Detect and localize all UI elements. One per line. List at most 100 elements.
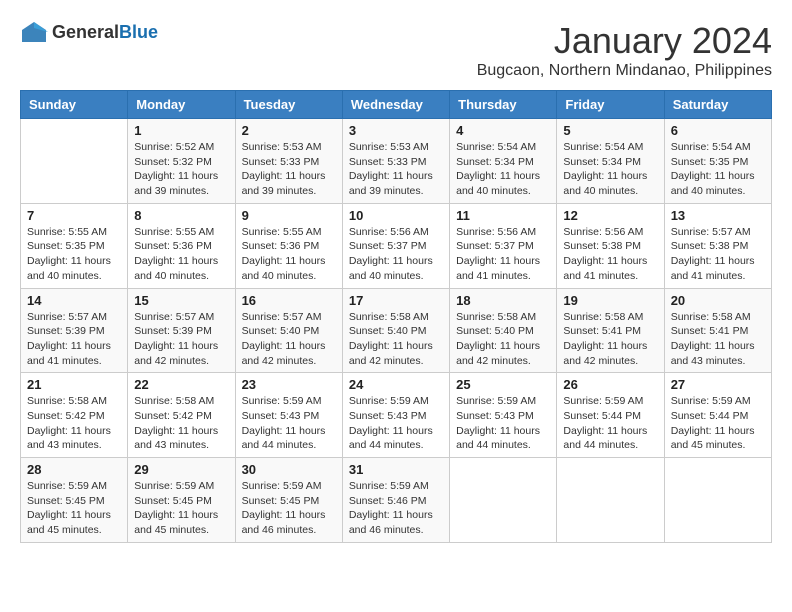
day-info: Sunrise: 5:59 AMSunset: 5:46 PMDaylight:…	[349, 479, 443, 538]
day-number: 22	[134, 377, 228, 392]
day-info: Sunrise: 5:57 AMSunset: 5:40 PMDaylight:…	[242, 310, 336, 369]
day-number: 17	[349, 293, 443, 308]
day-number: 4	[456, 123, 550, 138]
logo-general: GeneralBlue	[52, 22, 158, 43]
page-header: GeneralBlue January 2024 Bugcaon, Northe…	[20, 20, 772, 80]
calendar-cell: 16Sunrise: 5:57 AMSunset: 5:40 PMDayligh…	[235, 288, 342, 373]
calendar-cell: 2 Sunrise: 5:53 AMSunset: 5:33 PMDaylight…	[235, 119, 342, 204]
calendar-cell	[450, 458, 557, 543]
calendar-week-2: 7 Sunrise: 5:55 AMSunset: 5:35 PMDaylight…	[21, 203, 772, 288]
day-number: 14	[27, 293, 121, 308]
day-info: Sunrise: 5:57 AMSunset: 5:39 PMDaylight:…	[134, 310, 228, 369]
day-number: 9	[242, 208, 336, 223]
day-info: Sunrise: 5:58 AMSunset: 5:41 PMDaylight:…	[563, 310, 657, 369]
day-info: Sunrise: 5:59 AMSunset: 5:45 PMDaylight:…	[242, 479, 336, 538]
calendar-week-3: 14 Sunrise: 5:57 AMSunset: 5:39 PMDayligh…	[21, 288, 772, 373]
day-number: 24	[349, 377, 443, 392]
day-info: Sunrise: 5:58 AMSunset: 5:40 PMDaylight:…	[456, 310, 550, 369]
day-number: 20	[671, 293, 765, 308]
day-number: 15	[134, 293, 228, 308]
day-info: Sunrise: 5:57 AMSunset: 5:39 PMDaylight:…	[27, 310, 121, 369]
title-block: January 2024 Bugcaon, Northern Mindanao,…	[477, 20, 772, 80]
day-number: 25	[456, 377, 550, 392]
calendar-cell: 26 Sunrise: 5:59 AMSunset: 5:44 PMDayligh…	[557, 373, 664, 458]
day-info: Sunrise: 5:52 AMSunset: 5:32 PMDaylight:…	[134, 140, 228, 199]
day-info: Sunrise: 5:56 AMSunset: 5:37 PMDaylight:…	[349, 225, 443, 284]
day-info: Sunrise: 5:59 AMSunset: 5:45 PMDaylight:…	[27, 479, 121, 538]
calendar-table: SundayMondayTuesdayWednesdayThursdayFrid…	[20, 90, 772, 543]
calendar-cell: 18 Sunrise: 5:58 AMSunset: 5:40 PMDayligh…	[450, 288, 557, 373]
calendar-cell: 14 Sunrise: 5:57 AMSunset: 5:39 PMDayligh…	[21, 288, 128, 373]
calendar-cell: 7 Sunrise: 5:55 AMSunset: 5:35 PMDaylight…	[21, 203, 128, 288]
calendar-cell: 23Sunrise: 5:59 AMSunset: 5:43 PMDayligh…	[235, 373, 342, 458]
weekday-header-monday: Monday	[128, 91, 235, 119]
weekday-header-sunday: Sunday	[21, 91, 128, 119]
day-number: 31	[349, 462, 443, 477]
day-number: 27	[671, 377, 765, 392]
calendar-week-1: 1 Sunrise: 5:52 AMSunset: 5:32 PMDaylight…	[21, 119, 772, 204]
day-info: Sunrise: 5:53 AMSunset: 5:33 PMDaylight:…	[349, 140, 443, 199]
calendar-cell: 20 Sunrise: 5:58 AMSunset: 5:41 PMDayligh…	[664, 288, 771, 373]
calendar-cell: 31 Sunrise: 5:59 AMSunset: 5:46 PMDayligh…	[342, 458, 449, 543]
calendar-cell: 29 Sunrise: 5:59 AMSunset: 5:45 PMDayligh…	[128, 458, 235, 543]
day-number: 13	[671, 208, 765, 223]
day-number: 30	[242, 462, 336, 477]
day-info: Sunrise: 5:59 AMSunset: 5:43 PMDaylight:…	[349, 394, 443, 453]
day-number: 26	[563, 377, 657, 392]
day-info: Sunrise: 5:59 AMSunset: 5:43 PMDaylight:…	[242, 394, 336, 453]
day-number: 5	[563, 123, 657, 138]
day-info: Sunrise: 5:54 AMSunset: 5:34 PMDaylight:…	[563, 140, 657, 199]
day-info: Sunrise: 5:59 AMSunset: 5:44 PMDaylight:…	[563, 394, 657, 453]
calendar-cell: 25 Sunrise: 5:59 AMSunset: 5:43 PMDayligh…	[450, 373, 557, 458]
day-number: 11	[456, 208, 550, 223]
day-number: 7	[27, 208, 121, 223]
weekday-header-thursday: Thursday	[450, 91, 557, 119]
day-info: Sunrise: 5:59 AMSunset: 5:45 PMDaylight:…	[134, 479, 228, 538]
weekday-header-friday: Friday	[557, 91, 664, 119]
day-info: Sunrise: 5:58 AMSunset: 5:41 PMDaylight:…	[671, 310, 765, 369]
weekday-header-wednesday: Wednesday	[342, 91, 449, 119]
calendar-cell: 22 Sunrise: 5:58 AMSunset: 5:42 PMDayligh…	[128, 373, 235, 458]
location: Bugcaon, Northern Mindanao, Philippines	[477, 62, 772, 80]
calendar-cell: 4 Sunrise: 5:54 AMSunset: 5:34 PMDaylight…	[450, 119, 557, 204]
day-number: 10	[349, 208, 443, 223]
weekday-header-row: SundayMondayTuesdayWednesdayThursdayFrid…	[21, 91, 772, 119]
calendar-cell: 27Sunrise: 5:59 AMSunset: 5:44 PMDayligh…	[664, 373, 771, 458]
day-info: Sunrise: 5:55 AMSunset: 5:36 PMDaylight:…	[242, 225, 336, 284]
day-info: Sunrise: 5:54 AMSunset: 5:34 PMDaylight:…	[456, 140, 550, 199]
calendar-cell: 21Sunrise: 5:58 AMSunset: 5:42 PMDayligh…	[21, 373, 128, 458]
day-number: 18	[456, 293, 550, 308]
calendar-cell: 13Sunrise: 5:57 AMSunset: 5:38 PMDayligh…	[664, 203, 771, 288]
day-info: Sunrise: 5:56 AMSunset: 5:38 PMDaylight:…	[563, 225, 657, 284]
day-number: 6	[671, 123, 765, 138]
weekday-header-tuesday: Tuesday	[235, 91, 342, 119]
calendar-cell: 6Sunrise: 5:54 AMSunset: 5:35 PMDaylight…	[664, 119, 771, 204]
day-number: 1	[134, 123, 228, 138]
calendar-cell: 12 Sunrise: 5:56 AMSunset: 5:38 PMDayligh…	[557, 203, 664, 288]
calendar-cell: 30 Sunrise: 5:59 AMSunset: 5:45 PMDayligh…	[235, 458, 342, 543]
calendar-cell: 8Sunrise: 5:55 AMSunset: 5:36 PMDaylight…	[128, 203, 235, 288]
calendar-week-4: 21Sunrise: 5:58 AMSunset: 5:42 PMDayligh…	[21, 373, 772, 458]
day-info: Sunrise: 5:55 AMSunset: 5:36 PMDaylight:…	[134, 225, 228, 284]
day-info: Sunrise: 5:58 AMSunset: 5:40 PMDaylight:…	[349, 310, 443, 369]
day-info: Sunrise: 5:58 AMSunset: 5:42 PMDaylight:…	[134, 394, 228, 453]
calendar-body: 1 Sunrise: 5:52 AMSunset: 5:32 PMDaylight…	[21, 119, 772, 543]
day-info: Sunrise: 5:59 AMSunset: 5:43 PMDaylight:…	[456, 394, 550, 453]
calendar-cell	[21, 119, 128, 204]
calendar-cell: 10 Sunrise: 5:56 AMSunset: 5:37 PMDayligh…	[342, 203, 449, 288]
day-info: Sunrise: 5:55 AMSunset: 5:35 PMDaylight:…	[27, 225, 121, 284]
logo-icon	[20, 20, 48, 44]
day-number: 3	[349, 123, 443, 138]
day-info: Sunrise: 5:53 AMSunset: 5:33 PMDaylight:…	[242, 140, 336, 199]
calendar-week-5: 28Sunrise: 5:59 AMSunset: 5:45 PMDayligh…	[21, 458, 772, 543]
day-number: 2	[242, 123, 336, 138]
calendar-cell: 17 Sunrise: 5:58 AMSunset: 5:40 PMDayligh…	[342, 288, 449, 373]
calendar-cell: 11Sunrise: 5:56 AMSunset: 5:37 PMDayligh…	[450, 203, 557, 288]
day-number: 29	[134, 462, 228, 477]
day-number: 12	[563, 208, 657, 223]
day-info: Sunrise: 5:58 AMSunset: 5:42 PMDaylight:…	[27, 394, 121, 453]
calendar-cell: 24 Sunrise: 5:59 AMSunset: 5:43 PMDayligh…	[342, 373, 449, 458]
calendar-cell: 1 Sunrise: 5:52 AMSunset: 5:32 PMDaylight…	[128, 119, 235, 204]
calendar-cell	[664, 458, 771, 543]
calendar-cell: 3 Sunrise: 5:53 AMSunset: 5:33 PMDaylight…	[342, 119, 449, 204]
